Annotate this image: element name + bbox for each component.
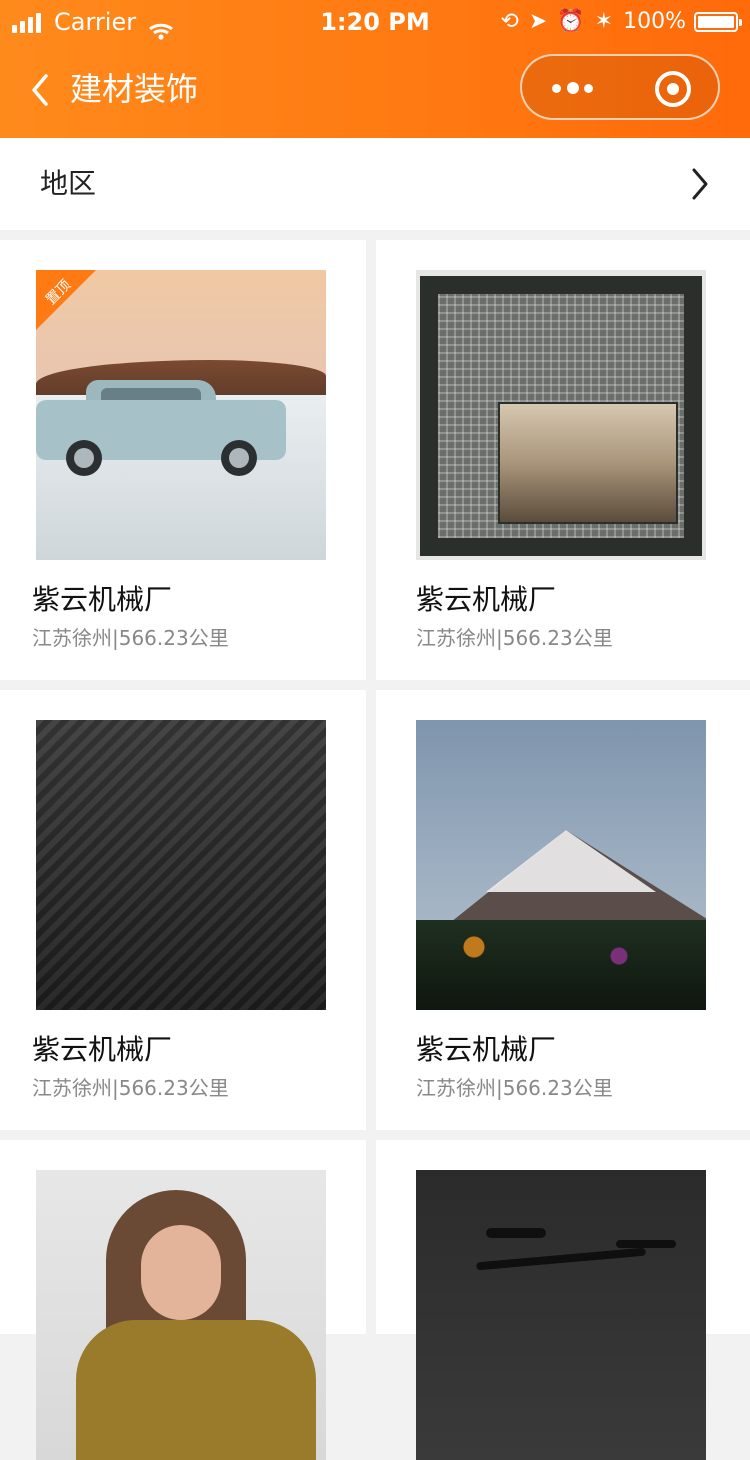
bicycle-photo	[416, 1170, 706, 1460]
framed-photo	[416, 270, 706, 560]
list-item[interactable]: 紫云机械厂 江苏徐州|566.23公里	[376, 240, 750, 680]
location-icon: ➤	[528, 9, 548, 34]
list-item[interactable]	[0, 1140, 366, 1460]
item-image[interactable]	[416, 270, 706, 560]
pinned-badge: 置顶	[36, 270, 96, 330]
status-bar: Carrier 1:20 PM ⟲ ➤ ⏰ ✶ 100%	[0, 0, 750, 44]
battery-percent: 100%	[623, 9, 686, 34]
list-item[interactable]	[376, 1140, 750, 1460]
region-selector[interactable]: 地区	[0, 138, 750, 230]
more-dots-icon[interactable]	[548, 78, 598, 98]
list-item[interactable]: 置顶 紫云机械厂 江苏徐州|566.23公里	[0, 240, 366, 680]
back-button[interactable]	[24, 70, 58, 110]
chevron-right-icon	[692, 168, 708, 200]
mountain-photo	[416, 720, 706, 1010]
list-item[interactable]: 紫云机械厂 江苏徐州|566.23公里	[0, 690, 366, 1130]
page-title: 建材装饰	[70, 70, 199, 108]
battery-icon	[694, 12, 742, 32]
item-location: 江苏徐州|566.23公里	[416, 626, 613, 650]
item-title[interactable]: 紫云机械厂	[416, 578, 556, 622]
item-location: 江苏徐州|566.23公里	[32, 626, 229, 650]
target-icon[interactable]	[655, 71, 691, 107]
chevron-left-icon	[32, 74, 48, 106]
alarm-icon: ⏰	[557, 9, 585, 34]
item-image[interactable]	[36, 1170, 326, 1460]
miniapp-capsule[interactable]	[520, 54, 720, 120]
item-image[interactable]: 置顶	[36, 270, 326, 560]
sand-photo	[36, 720, 326, 1010]
item-image[interactable]	[416, 1170, 706, 1460]
item-title[interactable]: 紫云机械厂	[32, 578, 172, 622]
nav-bar: 建材装饰	[0, 44, 750, 138]
portrait-photo	[36, 1170, 326, 1460]
app-header: Carrier 1:20 PM ⟲ ➤ ⏰ ✶ 100% 建材装饰	[0, 0, 750, 138]
region-label: 地区	[40, 167, 97, 200]
screen-rotation-lock-icon: ⟲	[500, 9, 519, 34]
bluetooth-icon: ✶	[594, 9, 614, 34]
item-image[interactable]	[36, 720, 326, 1010]
list-item[interactable]: 紫云机械厂 江苏徐州|566.23公里	[376, 690, 750, 1130]
item-title[interactable]: 紫云机械厂	[32, 1028, 172, 1072]
item-location: 江苏徐州|566.23公里	[32, 1076, 229, 1100]
item-location: 江苏徐州|566.23公里	[416, 1076, 613, 1100]
item-image[interactable]	[416, 720, 706, 1010]
status-right: ⟲ ➤ ⏰ ✶ 100%	[490, 0, 742, 44]
item-title[interactable]: 紫云机械厂	[416, 1028, 556, 1072]
